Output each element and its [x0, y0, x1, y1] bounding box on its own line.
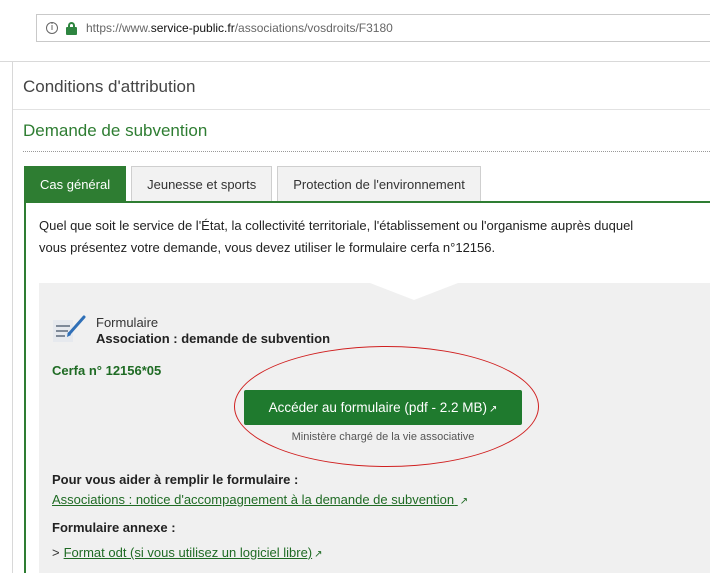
page-border: [12, 62, 13, 573]
section-conditions-title: Conditions d'attribution: [23, 77, 196, 96]
dotted-divider: [23, 151, 710, 152]
annex-odt-link[interactable]: > Format odt (si vous utilisez un logicie…: [52, 545, 323, 560]
info-icon[interactable]: i: [46, 22, 58, 34]
chevron-right-icon: >: [52, 545, 60, 560]
external-link-icon: ↗: [459, 496, 469, 507]
lock-icon[interactable]: [66, 21, 77, 35]
browser-chrome: i https://www.service-public.fr/associat…: [0, 0, 710, 62]
url-text[interactable]: https://www.service-public.fr/associatio…: [86, 21, 393, 35]
tab-panel-border: [24, 203, 26, 573]
external-link-icon: ↗: [314, 549, 323, 560]
url-path: /associations/vosdroits/F3180: [234, 21, 393, 35]
tab-cas-general[interactable]: Cas général: [24, 166, 127, 202]
intro-text: Quel que soit le service de l'État, la c…: [39, 215, 710, 259]
tab-bar: Cas général Jeunesse et sports Protectio…: [24, 166, 486, 202]
help-notice-link-label: Associations : notice d'accompagnement à…: [52, 492, 455, 507]
annex-odt-link-label: Format odt (si vous utilisez un logiciel…: [63, 545, 313, 560]
intro-line-2: vous présentez votre demande, vous devez…: [39, 240, 496, 255]
intro-line-1: Quel que soit le service de l'État, la c…: [39, 218, 634, 233]
address-bar[interactable]: i https://www.service-public.fr/associat…: [36, 14, 710, 42]
form-edit-icon: [53, 315, 86, 342]
form-label: Formulaire: [96, 315, 159, 330]
url-domain: service-public.fr: [150, 21, 235, 35]
red-annotation-circle: [234, 346, 539, 467]
form-name: Association : demande de subvention: [96, 331, 331, 346]
section-demande-title[interactable]: Demande de subvention: [23, 121, 207, 141]
url-prefix: https://www.: [86, 21, 151, 35]
cerfa-number: Cerfa n° 12156*05: [52, 363, 162, 378]
section-conditions[interactable]: Conditions d'attribution: [13, 62, 710, 110]
tab-protection-environnement[interactable]: Protection de l'environnement: [277, 166, 481, 202]
annex-title: Formulaire annexe :: [52, 520, 176, 535]
help-notice-link[interactable]: Associations : notice d'accompagnement à…: [52, 492, 468, 507]
tab-underline: [24, 201, 710, 203]
panel-notch: [370, 283, 458, 300]
help-title: Pour vous aider à remplir le formulaire …: [52, 472, 299, 487]
tab-jeunesse-sports[interactable]: Jeunesse et sports: [131, 166, 273, 202]
